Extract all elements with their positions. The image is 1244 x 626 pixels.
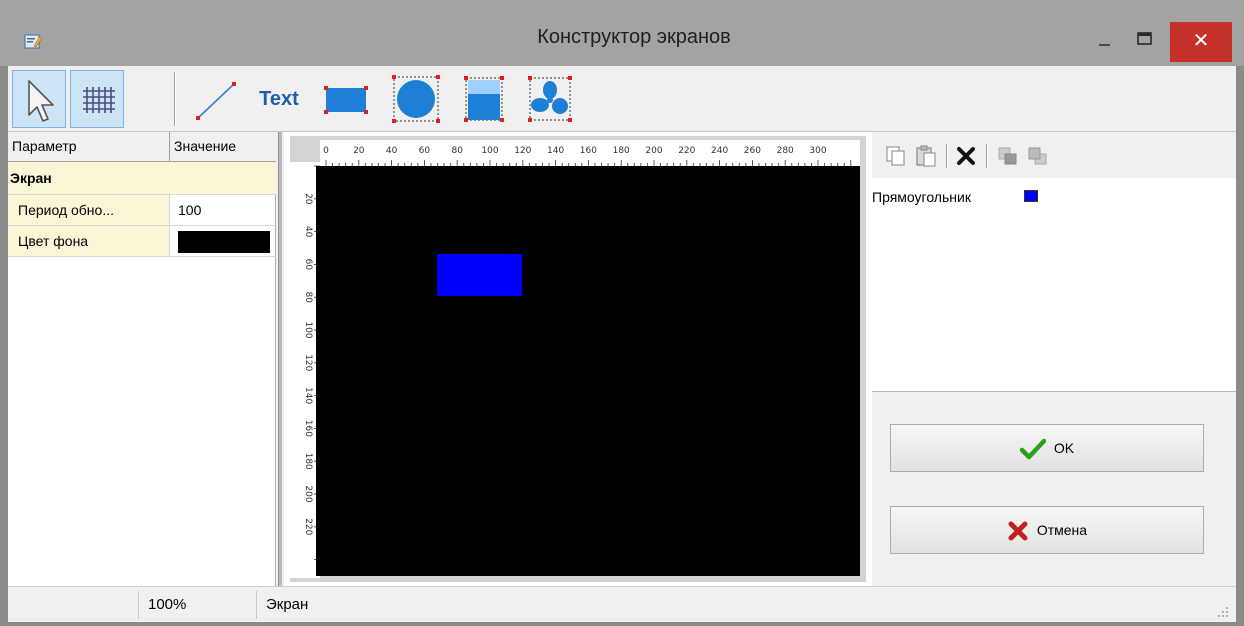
checkmark-icon (1019, 439, 1046, 460)
cross-icon (1008, 521, 1028, 541)
ok-label: OK (1053, 440, 1075, 456)
property-value[interactable] (170, 226, 276, 256)
client-area: Text Параметр Значение Экран Период обно… (8, 66, 1236, 622)
fan-tool-button[interactable] (522, 70, 576, 128)
close-icon: ✕ (1192, 30, 1210, 52)
cancel-button[interactable]: Отмена (890, 506, 1204, 554)
line-icon (196, 82, 236, 120)
line-tool-button[interactable] (186, 70, 240, 128)
fan-icon (528, 76, 572, 122)
property-key: Период обно... (8, 195, 170, 225)
designer-window: Конструктор экранов ✕ Text Параметр Знач… (0, 0, 1244, 626)
ruler-label: 60 (419, 146, 431, 156)
minimize-button[interactable] (1090, 28, 1120, 52)
ruler-label: 140 (303, 387, 313, 404)
pointer-arrow-icon (28, 80, 54, 122)
toolbar-separator (174, 72, 176, 126)
circle-icon (392, 75, 440, 123)
object-color-swatch (1024, 190, 1038, 202)
ruler-label: 60 (303, 259, 313, 271)
status-divider (138, 591, 139, 619)
grid-icon (83, 87, 115, 113)
ruler-label: 160 (580, 146, 597, 156)
ruler-label: 200 (645, 146, 662, 156)
delete-icon[interactable] (954, 144, 978, 168)
ruler-label: 120 (303, 354, 313, 371)
tank-icon (464, 76, 504, 122)
toolbar-separator (946, 144, 948, 168)
ruler-label: 100 (481, 146, 498, 156)
status-divider (256, 591, 257, 619)
resize-grip-icon[interactable] (1216, 605, 1230, 619)
ruler-label: 220 (303, 518, 313, 535)
send-back-icon[interactable] (1026, 144, 1050, 168)
panel-splitter[interactable] (278, 132, 282, 586)
list-item[interactable]: Прямоугольник (872, 188, 971, 206)
ruler-label: 200 (303, 485, 313, 502)
ruler-label: 260 (744, 146, 761, 156)
rectangle-tool-button[interactable] (318, 70, 372, 128)
properties-grid: Параметр Значение Экран Период обно... 1… (8, 132, 276, 586)
column-header-parameter[interactable]: Параметр (8, 132, 170, 162)
text-tool-button[interactable]: Text (252, 70, 306, 128)
ruler-label: 240 (711, 146, 728, 156)
copy-icon[interactable] (884, 144, 908, 168)
objects-toolbar (872, 138, 1236, 174)
property-key: Цвет фона (8, 226, 170, 256)
grid-tool-button[interactable] (70, 70, 124, 128)
column-header-value[interactable]: Значение (170, 132, 276, 162)
ruler-label: 80 (451, 146, 463, 156)
ruler-label: 300 (809, 146, 826, 156)
rectangle-icon (324, 86, 368, 114)
select-tool-button[interactable] (12, 70, 66, 128)
tank-tool-button[interactable] (456, 70, 510, 128)
property-value[interactable]: 100 (170, 195, 276, 225)
bring-front-icon[interactable] (996, 144, 1020, 168)
status-bar: 100% Экран (8, 586, 1236, 622)
tools-toolbar: Text (8, 66, 1236, 132)
close-button[interactable]: ✕ (1170, 22, 1232, 62)
properties-header: Параметр Значение (8, 132, 276, 162)
ok-button[interactable]: OK (890, 424, 1204, 472)
ruler-label: 40 (303, 226, 313, 238)
ruler-label: 20 (303, 193, 313, 205)
title-bar[interactable]: Конструктор экранов ✕ (0, 0, 1244, 66)
ruler-label: 180 (303, 453, 313, 470)
background-color-swatch[interactable] (178, 231, 270, 253)
ruler-label: 140 (547, 146, 564, 156)
window-title: Конструктор экранов (537, 26, 731, 48)
objects-list[interactable]: Прямоугольник (872, 178, 1236, 392)
circle-tool-button[interactable] (388, 70, 442, 128)
objects-panel: Прямоугольник OK Отмена (872, 132, 1236, 586)
ruler-label: 40 (386, 146, 398, 156)
maximize-button[interactable] (1130, 28, 1160, 52)
ruler-label: 20 (353, 146, 365, 156)
cancel-label: Отмена (1036, 522, 1088, 538)
property-row-refresh-period[interactable]: Период обно... 100 (8, 195, 276, 226)
canvas-area: 0 20 40 60 80 100 120 140 160 180 200 220 240 260 280 3… (284, 132, 872, 586)
zoom-level: 100% (148, 596, 187, 613)
ruler-label: 80 (303, 291, 313, 303)
ruler-label: 280 (777, 146, 794, 156)
ruler-label: 180 (613, 146, 630, 156)
property-section-screen[interactable]: Экран (8, 162, 276, 195)
status-context: Экран (266, 596, 309, 613)
paste-icon[interactable] (914, 144, 938, 168)
ruler-label: 0 (323, 146, 329, 156)
screen-canvas[interactable] (316, 166, 860, 576)
canvas-rectangle-shape[interactable] (437, 254, 522, 296)
ruler-horizontal: 0 20 40 60 80 100 120 140 160 180 200 220 240 260 280 3… (320, 140, 860, 166)
ruler-label: 220 (678, 146, 695, 156)
ruler-label: 120 (514, 146, 531, 156)
ruler-label: 160 (303, 420, 313, 437)
toolbar-separator (986, 144, 988, 168)
ruler-label: 100 (303, 321, 313, 338)
property-row-background-color[interactable]: Цвет фона (8, 226, 276, 257)
